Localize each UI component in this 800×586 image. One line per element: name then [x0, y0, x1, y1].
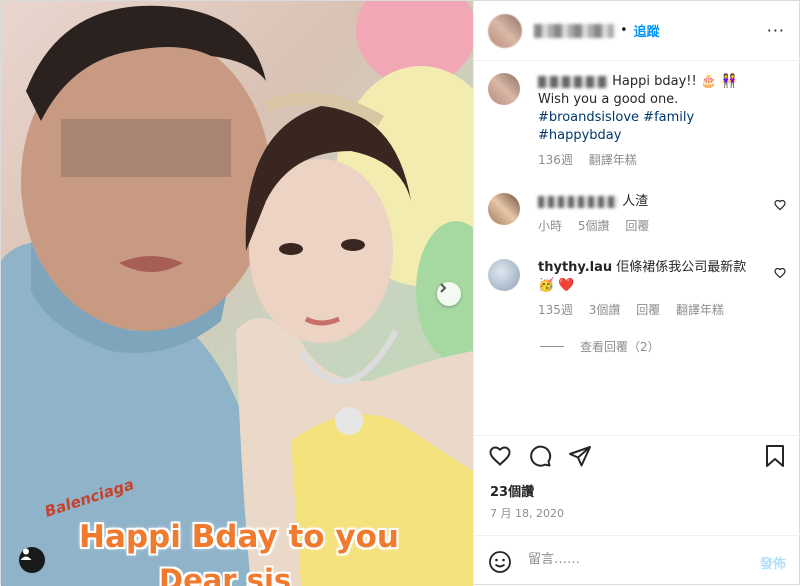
like-comment-heart-icon[interactable]	[774, 267, 786, 279]
caption: Happi bday!! 🎂 👭 Wish you a good one. #b…	[488, 73, 788, 169]
likes-count[interactable]: 23個讚	[490, 481, 534, 500]
post-comment-button[interactable]: 發佈	[760, 553, 786, 572]
commenter-avatar[interactable]	[488, 259, 520, 291]
chevron-right-icon	[440, 283, 447, 293]
commenter-username[interactable]: thythy.lau	[538, 260, 612, 275]
hashtag-link[interactable]: #broandsislove	[538, 110, 639, 125]
face-blur	[61, 119, 231, 177]
comment-icon[interactable]	[528, 444, 552, 468]
caption-line2: Wish you a good one.	[538, 92, 679, 107]
author-username[interactable]	[534, 23, 614, 38]
caption-text: Happi bday!! 🎂 👭	[612, 74, 738, 89]
comment-composer: 發佈	[474, 535, 800, 586]
author-avatar[interactable]	[488, 13, 522, 48]
action-bar	[474, 435, 800, 475]
comment-age[interactable]: 135週	[538, 303, 573, 317]
comment-meta: 135週 3個讚 回覆 翻譯年糕	[538, 301, 788, 319]
comment-meta: 小時 5個讚 回覆	[538, 217, 788, 235]
comment-likes[interactable]: 5個讚	[578, 219, 610, 233]
comment-item: thythy.lau 佢條裙係我公司最新款 🥳 ❤️ 135週 3個讚 回覆 翻…	[488, 259, 788, 319]
post-dialog: Balenciaga Happi Bday to you Dear sis • …	[0, 0, 800, 586]
photo-caption-line2: Dear sis	[159, 563, 292, 586]
comment-item: 人渣 小時 5個讚 回覆	[488, 193, 788, 235]
post-date[interactable]: 7 月 18, 2020	[490, 505, 564, 521]
comment-reply[interactable]: 回覆	[636, 303, 660, 317]
comment-text: 佢條裙係我公司最新款	[616, 260, 747, 275]
commenter-username[interactable]	[538, 195, 618, 208]
post-header: • 追蹤 ···	[474, 1, 800, 61]
post-side-panel: • 追蹤 ··· Happi bday!! 🎂 👭 Wish you a goo…	[473, 1, 800, 586]
photo-caption-line1: Happi Bday to you	[79, 519, 399, 555]
caption-username[interactable]	[538, 75, 608, 88]
bookmark-icon[interactable]	[764, 444, 786, 468]
post-photo[interactable]: Balenciaga Happi Bday to you Dear sis	[1, 1, 473, 586]
comment-emoji: 🥳 ❤️	[538, 278, 575, 293]
caption-age[interactable]: 136週	[538, 153, 573, 167]
comment-translate[interactable]: 翻譯年糕	[676, 303, 724, 317]
replies-divider	[540, 346, 564, 347]
user-tag-button[interactable]	[19, 547, 45, 573]
comment-likes[interactable]: 3個讚	[589, 303, 621, 317]
hashtag-link[interactable]: #family	[643, 110, 694, 125]
emoji-icon[interactable]	[488, 550, 512, 574]
hashtag-link[interactable]: #happybday	[538, 128, 621, 143]
comment-age[interactable]: 小時	[538, 219, 562, 233]
caption-avatar[interactable]	[488, 73, 520, 105]
caption-translate[interactable]: 翻譯年糕	[589, 153, 637, 167]
heart-icon[interactable]	[488, 444, 512, 468]
like-comment-heart-icon[interactable]	[774, 199, 786, 211]
follow-button[interactable]: 追蹤	[634, 21, 660, 40]
header-dot: •	[620, 23, 628, 38]
comment-input[interactable]	[528, 552, 728, 567]
view-replies-button[interactable]: 查看回覆（2）	[540, 338, 660, 355]
commenter-avatar[interactable]	[488, 193, 520, 225]
comment-text: 人渣	[622, 194, 649, 209]
comment-reply[interactable]: 回覆	[625, 219, 649, 233]
caption-meta: 136週 翻譯年糕	[538, 151, 788, 169]
share-icon[interactable]	[568, 444, 592, 468]
view-replies-label: 查看回覆（2）	[580, 340, 660, 354]
comments-list: Happi bday!! 🎂 👭 Wish you a good one. #b…	[474, 61, 800, 435]
person-icon	[20, 548, 32, 560]
carousel-next-button[interactable]	[437, 282, 461, 306]
more-options-button[interactable]: ···	[767, 21, 785, 40]
